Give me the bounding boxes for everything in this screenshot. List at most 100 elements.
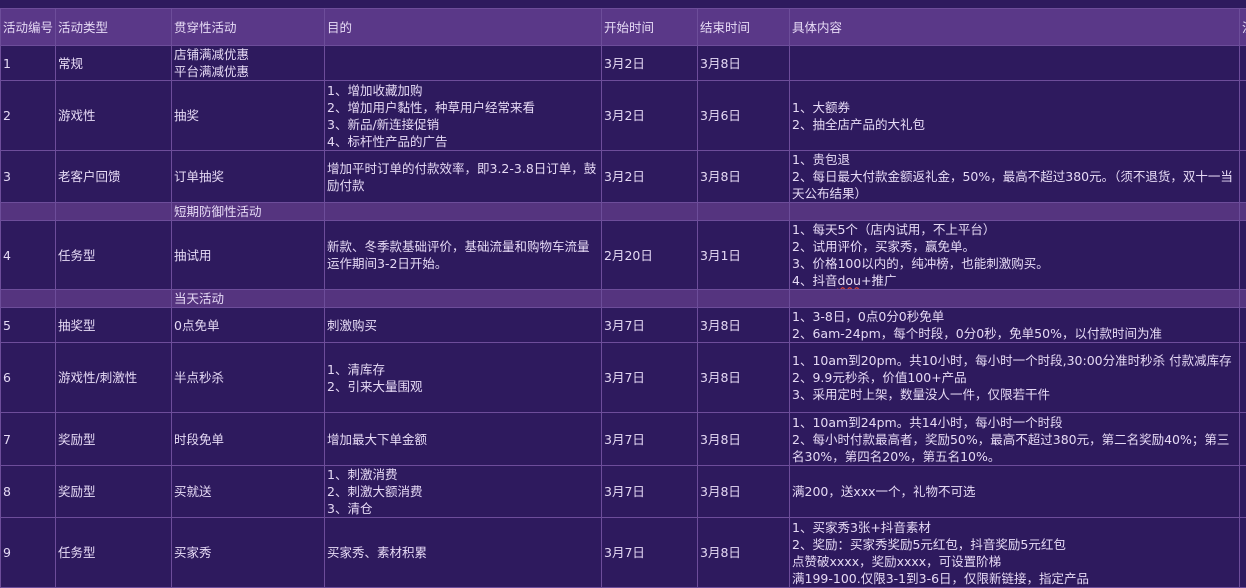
table-row: 5 抽奖型 0点免单 刺激购买 3月7日 3月8日 1、3-8日，0点0分0秒免… — [1, 308, 1246, 343]
header-purpose[interactable]: 目的 — [325, 9, 602, 46]
cell-start[interactable]: 3月7日 — [602, 413, 698, 466]
cell-activity[interactable]: 半点秒杀 — [172, 343, 325, 413]
content-line: 3、价格100以内的，纯冲榜，也能刺激购买。 — [792, 256, 1049, 271]
cell-start[interactable]: 3月7日 — [602, 518, 698, 588]
cell-content[interactable]: 1、10am到24pm。共14小时，每小时一个时段 2、每小时付款最高者，奖励5… — [790, 413, 1240, 466]
section-row: 短期防御性活动 — [1, 203, 1246, 221]
cell-type[interactable]: 抽奖型 — [56, 308, 172, 343]
cell-purpose[interactable]: 买家秀、素材积累 — [325, 518, 602, 588]
cell-type[interactable]: 任务型 — [56, 221, 172, 290]
cell-id[interactable]: 1 — [1, 46, 56, 81]
content-line-prefix: 4、抖音 — [792, 273, 837, 288]
content-line-suffix: +推广 — [861, 273, 896, 288]
cell-end[interactable]: 3月8日 — [698, 466, 790, 518]
cell-end[interactable]: 3月8日 — [698, 46, 790, 81]
cell-purpose[interactable]: 增加最大下单金额 — [325, 413, 602, 466]
cell-note[interactable] — [1240, 518, 1246, 588]
cell-end[interactable]: 3月8日 — [698, 518, 790, 588]
table-row: 9 任务型 买家秀 买家秀、素材积累 3月7日 3月8日 1、买家秀3张+抖音素… — [1, 518, 1246, 588]
cell-start[interactable]: 3月2日 — [602, 151, 698, 203]
cell-note[interactable] — [1240, 81, 1246, 151]
top-strip — [0, 0, 1246, 8]
table-row: 4 任务型 抽试用 新款、冬季款基础评价，基础流量和购物车流量运作期间3-2日开… — [1, 221, 1246, 290]
header-start[interactable]: 开始时间 — [602, 9, 698, 46]
section-title[interactable]: 短期防御性活动 — [172, 203, 325, 221]
cell-content[interactable]: 满200，送xxx一个，礼物不可选 — [790, 466, 1240, 518]
cell-content[interactable]: 1、买家秀3张+抖音素材 2、奖励：买家秀奖励5元红包，抖音奖励5元红包 点赞破… — [790, 518, 1240, 588]
cell-id[interactable]: 2 — [1, 81, 56, 151]
cell-start[interactable]: 3月2日 — [602, 81, 698, 151]
header-id[interactable]: 活动编号 — [1, 9, 56, 46]
cell-note[interactable] — [1240, 221, 1246, 290]
cell-type[interactable]: 老客户回馈 — [56, 151, 172, 203]
cell-note[interactable] — [1240, 466, 1246, 518]
cell-id[interactable]: 6 — [1, 343, 56, 413]
table-row: 7 奖励型 时段免单 增加最大下单金额 3月7日 3月8日 1、10am到24p… — [1, 413, 1246, 466]
header-type[interactable]: 活动类型 — [56, 9, 172, 46]
cell-activity[interactable]: 时段免单 — [172, 413, 325, 466]
cell-activity[interactable]: 买家秀 — [172, 518, 325, 588]
table-row: 8 奖励型 买就送 1、刺激消费 2、刺激大额消费 3、清仓 3月7日 3月8日… — [1, 466, 1246, 518]
cell-start[interactable]: 3月7日 — [602, 466, 698, 518]
cell-end[interactable]: 3月8日 — [698, 413, 790, 466]
header-activity[interactable]: 贯穿性活动 — [172, 9, 325, 46]
cell-type[interactable]: 任务型 — [56, 518, 172, 588]
cell-id[interactable]: 9 — [1, 518, 56, 588]
cell-type[interactable]: 奖励型 — [56, 413, 172, 466]
cell-note[interactable] — [1240, 308, 1246, 343]
header-end[interactable]: 结束时间 — [698, 9, 790, 46]
cell-note[interactable] — [1240, 343, 1246, 413]
cell-start[interactable]: 2月20日 — [602, 221, 698, 290]
cell-content[interactable]: 1、每天5个（店内试用，不上平台） 2、试用评价，买家秀，赢免单。 3、价格100以… — [790, 221, 1240, 290]
cell-content[interactable] — [790, 46, 1240, 81]
cell-note[interactable] — [1240, 151, 1246, 203]
cell-activity[interactable]: 0点免单 — [172, 308, 325, 343]
cell-type[interactable]: 游戏性 — [56, 81, 172, 151]
table-row: 2 游戏性 抽奖 1、增加收藏加购 2、增加用户黏性，种草用户经常来看 3、新品… — [1, 81, 1246, 151]
activity-table: 活动编号 活动类型 贯穿性活动 目的 开始时间 结束时间 具体内容 注 1 常规… — [0, 8, 1246, 588]
cell-id[interactable]: 3 — [1, 151, 56, 203]
cell-end[interactable]: 3月8日 — [698, 343, 790, 413]
cell-purpose[interactable]: 1、增加收藏加购 2、增加用户黏性，种草用户经常来看 3、新品/新连接促销 4、… — [325, 81, 602, 151]
cell-start[interactable]: 3月7日 — [602, 343, 698, 413]
cell-activity[interactable]: 抽奖 — [172, 81, 325, 151]
spellcheck-word: dou — [837, 273, 861, 288]
cell-content[interactable]: 1、10am到20pm。共10小时，每小时一个时段,30:00分准时秒杀 付款减… — [790, 343, 1240, 413]
cell-start[interactable]: 3月7日 — [602, 308, 698, 343]
cell-end[interactable]: 3月8日 — [698, 151, 790, 203]
cell-content[interactable]: 1、贵包退 2、每日最大付款金额返礼金，50%，最高不超过380元。（须不退货，… — [790, 151, 1240, 203]
section-title[interactable]: 当天活动 — [172, 290, 325, 308]
cell-id[interactable]: 7 — [1, 413, 56, 466]
cell-id[interactable]: 8 — [1, 466, 56, 518]
cell-id[interactable]: 5 — [1, 308, 56, 343]
cell-type[interactable]: 游戏性/刺激性 — [56, 343, 172, 413]
cell-purpose[interactable]: 增加平时订单的付款效率，即3.2-3.8日订单，鼓励付款 — [325, 151, 602, 203]
cell-purpose[interactable] — [325, 46, 602, 81]
cell-end[interactable]: 3月8日 — [698, 308, 790, 343]
content-line: 1、每天5个（店内试用，不上平台） — [792, 222, 995, 237]
cell-end[interactable]: 3月6日 — [698, 81, 790, 151]
cell-id[interactable]: 4 — [1, 221, 56, 290]
cell-activity[interactable]: 店铺满减优惠 平台满减优惠 — [172, 46, 325, 81]
cell-activity[interactable]: 买就送 — [172, 466, 325, 518]
cell-purpose[interactable]: 新款、冬季款基础评价，基础流量和购物车流量运作期间3-2日开始。 — [325, 221, 602, 290]
cell-activity[interactable]: 订单抽奖 — [172, 151, 325, 203]
cell-purpose[interactable]: 刺激购买 — [325, 308, 602, 343]
cell-end[interactable]: 3月1日 — [698, 221, 790, 290]
cell-type[interactable]: 常规 — [56, 46, 172, 81]
cell-type[interactable]: 奖励型 — [56, 466, 172, 518]
table-row: 1 常规 店铺满减优惠 平台满减优惠 3月2日 3月8日 — [1, 46, 1246, 81]
cell-start[interactable]: 3月2日 — [602, 46, 698, 81]
cell-purpose[interactable]: 1、清库存 2、引来大量围观 — [325, 343, 602, 413]
cell-content[interactable]: 1、3-8日，0点0分0秒免单 2、6am-24pm，每个时段，0分0秒，免单5… — [790, 308, 1240, 343]
cell-content[interactable]: 1、大额券 2、抽全店产品的大礼包 — [790, 81, 1240, 151]
cell-note[interactable] — [1240, 413, 1246, 466]
cell-activity[interactable]: 抽试用 — [172, 221, 325, 290]
header-row: 活动编号 活动类型 贯穿性活动 目的 开始时间 结束时间 具体内容 注 — [1, 9, 1246, 46]
cell-note[interactable] — [1240, 46, 1246, 81]
table-row: 3 老客户回馈 订单抽奖 增加平时订单的付款效率，即3.2-3.8日订单，鼓励付… — [1, 151, 1246, 203]
header-content[interactable]: 具体内容 — [790, 9, 1240, 46]
header-note[interactable]: 注 — [1240, 9, 1246, 46]
cell-purpose[interactable]: 1、刺激消费 2、刺激大额消费 3、清仓 — [325, 466, 602, 518]
content-line: 2、试用评价，买家秀，赢免单。 — [792, 239, 975, 254]
